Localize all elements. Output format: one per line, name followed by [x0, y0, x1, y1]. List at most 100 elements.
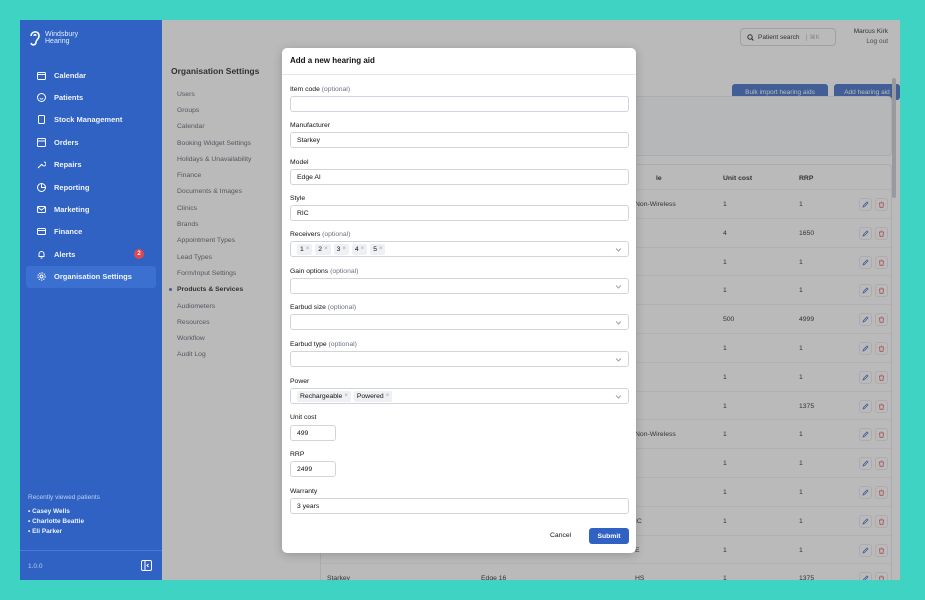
receiver-tag: 3 ×	[333, 243, 349, 255]
logo[interactable]: Windsbury Hearing	[28, 28, 78, 48]
receiver-tag: 1 ×	[297, 243, 313, 255]
nav-orders[interactable]: Orders	[20, 131, 162, 153]
tag-label: 2	[318, 245, 323, 253]
nav-reporting[interactable]: Reporting	[20, 176, 162, 198]
gear-icon	[36, 272, 46, 282]
warranty-input[interactable]: 3 years	[290, 498, 629, 514]
nav-org-settings-label: Organisation Settings	[54, 272, 132, 282]
tag-remove-icon[interactable]: ×	[324, 246, 328, 252]
power-multiselect[interactable]: Rechargeable × Powered ×	[290, 388, 629, 404]
modal-title: Add a new hearing aid	[290, 56, 375, 65]
nav-repairs-label: Repairs	[54, 160, 82, 170]
optional-hint: (optional)	[327, 304, 357, 311]
chevron-down-icon	[615, 285, 622, 289]
optional-hint: (optional)	[330, 268, 359, 275]
style-input[interactable]: RIC	[290, 205, 629, 221]
rrp-input[interactable]: 2499	[290, 461, 336, 477]
nav-orders-label: Orders	[54, 137, 79, 147]
earbud-size-label: Earbud size (optional)	[290, 304, 356, 311]
receivers-label-text: Receivers	[290, 231, 321, 238]
nav-patients[interactable]: Patients	[20, 86, 162, 108]
alerts-count-badge: 2	[134, 249, 144, 260]
nav-calendar-label: Calendar	[54, 70, 87, 80]
nav-patients-label: Patients	[54, 93, 84, 103]
earbud-type-label: Earbud type (optional)	[290, 341, 357, 348]
pie-chart-icon	[36, 182, 46, 192]
nav-finance[interactable]: Finance	[20, 221, 162, 243]
logo-line-2: Hearing	[45, 38, 70, 45]
tag-label: Rechargeable	[300, 392, 343, 400]
wrench-icon	[36, 160, 46, 170]
nav-repairs[interactable]: Repairs	[20, 154, 162, 176]
tag-label: 3	[336, 245, 341, 253]
model-input[interactable]: Edge AI	[290, 169, 629, 185]
box-icon	[36, 137, 46, 147]
earbud-type-label-text: Earbud type	[290, 341, 327, 348]
receiver-tag: 4 ×	[351, 243, 368, 255]
tag-remove-icon[interactable]: ×	[379, 246, 383, 252]
tag-remove-icon[interactable]: ×	[361, 246, 365, 252]
power-tag: Powered ×	[353, 390, 393, 402]
chevron-down-icon	[615, 395, 622, 399]
tag-remove-icon[interactable]: ×	[386, 393, 390, 399]
earbud-size-label-text: Earbud size	[290, 304, 326, 311]
earbud-type-select[interactable]	[290, 351, 629, 367]
tag-remove-icon[interactable]: ×	[306, 246, 310, 252]
power-label: Power	[290, 378, 310, 385]
chevron-down-icon	[615, 321, 622, 325]
manufacturer-input[interactable]: Starkey	[290, 132, 629, 148]
credit-card-icon	[36, 227, 46, 237]
item-code-input[interactable]	[290, 96, 629, 112]
manufacturer-label: Manufacturer	[290, 122, 331, 129]
recent-patient-link[interactable]: • Eli Parker	[28, 527, 158, 537]
modal-divider	[282, 74, 636, 75]
recent-patients: Recently viewed patients • Casey Wells •…	[28, 494, 158, 537]
sidebar-footer: 1.0.0	[20, 550, 162, 580]
nav-reporting-label: Reporting	[54, 182, 90, 192]
app-version: 1.0.0	[28, 563, 43, 570]
bell-icon	[36, 249, 46, 259]
earbud-size-select[interactable]	[290, 314, 629, 330]
tag-label: Powered	[356, 392, 384, 400]
receivers-multiselect[interactable]: 1 × 2 × 3 × 4 × 5 ×	[290, 241, 629, 257]
chevron-down-icon	[615, 358, 622, 362]
nav-organisation-settings[interactable]: Organisation Settings	[26, 265, 156, 288]
recent-patient-link[interactable]: • Casey Wells	[28, 507, 158, 517]
receiver-tag: 2 ×	[315, 243, 331, 255]
tag-label: 4	[354, 245, 359, 253]
sidebar: Windsbury Hearing Calendar Patients Stoc…	[20, 20, 162, 580]
nav-alerts-label: Alerts	[54, 249, 76, 259]
unit-cost-label: Unit cost	[290, 414, 317, 421]
recent-patient-link[interactable]: • Charlotte Beattie	[28, 517, 158, 527]
cancel-button[interactable]: Cancel	[550, 532, 571, 539]
nav-marketing[interactable]: Marketing	[20, 198, 162, 220]
style-label: Style	[290, 195, 306, 202]
tag-remove-icon[interactable]: ×	[342, 246, 346, 252]
mail-icon	[36, 205, 46, 215]
collapse-sidebar-icon[interactable]	[141, 560, 152, 571]
rrp-label: RRP	[290, 451, 305, 458]
tag-label: 5	[373, 245, 377, 253]
tag-label: 1	[300, 245, 304, 253]
model-label: Model	[290, 159, 309, 166]
receivers-label: Receivers (optional)	[290, 231, 350, 238]
nav-finance-label: Finance	[54, 227, 83, 237]
unit-cost-input[interactable]: 499	[290, 425, 336, 441]
smile-icon	[36, 93, 46, 103]
submit-button[interactable]: Submit	[589, 528, 629, 544]
nav-calendar[interactable]: Calendar	[20, 64, 162, 86]
nav-stock-label: Stock Management	[54, 115, 123, 125]
item-code-label: Item code (optional)	[290, 86, 350, 93]
ear-logo-icon	[30, 31, 40, 46]
recent-patients-title: Recently viewed patients	[28, 494, 100, 501]
main-nav: Calendar Patients Stock Management Order…	[20, 64, 162, 288]
optional-hint: (optional)	[321, 86, 351, 93]
nav-alerts[interactable]: Alerts 2	[20, 243, 162, 265]
optional-hint: (optional)	[328, 341, 357, 348]
chevron-down-icon	[615, 248, 622, 252]
gain-options-select[interactable]	[290, 278, 629, 294]
tag-remove-icon[interactable]: ×	[344, 393, 348, 399]
power-tag: Rechargeable ×	[297, 390, 351, 402]
nav-stock-management[interactable]: Stock Management	[20, 109, 162, 131]
gain-label-text: Gain options	[290, 268, 329, 275]
